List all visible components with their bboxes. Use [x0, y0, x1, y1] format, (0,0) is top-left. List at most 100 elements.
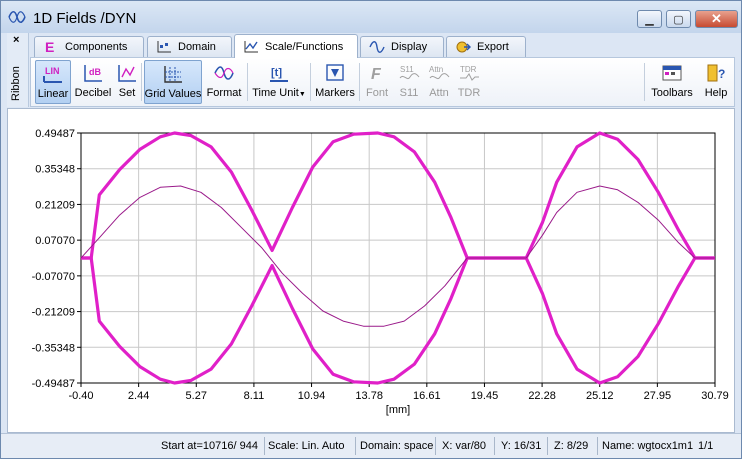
svg-text:S11: S11: [400, 65, 414, 74]
status-separator: [494, 437, 495, 455]
markers-button[interactable]: Markers: [314, 60, 356, 104]
maximize-button[interactable]: ▢: [666, 10, 691, 28]
svg-text:?: ?: [718, 67, 725, 81]
field-chart[interactable]: -0.40 2.44 5.27 8.11 10.94 13.78 16.61 19.45 22.…: [8, 109, 734, 432]
tab-export[interactable]: Export: [446, 36, 526, 57]
x-tick-label: 22.28: [528, 390, 556, 402]
tab-label: Domain: [178, 41, 216, 53]
x-tick-label: 8.11: [244, 390, 265, 402]
grid-values-button[interactable]: Grid Values: [144, 60, 202, 104]
y-tick-label: -0.35348: [32, 342, 75, 354]
tab-label: Scale/Functions: [265, 40, 344, 53]
scale-functions-icon: [243, 40, 259, 54]
help-icon: ?: [705, 62, 727, 84]
x-tick-label: 16.61: [413, 390, 441, 402]
format-icon: [213, 62, 235, 84]
x-tick-label: -0.40: [68, 390, 93, 402]
series-line-1: [81, 256, 715, 385]
plot-area[interactable]: -0.40 2.44 5.27 8.11 10.94 13.78 16.61 19.45 22.…: [7, 108, 735, 433]
linear-label: Linear: [37, 88, 69, 100]
domain-icon: [156, 40, 172, 54]
x-tick-label: 10.94: [298, 390, 326, 402]
tab-label: Components: [65, 41, 128, 53]
x-tick-label: 19.45: [471, 390, 499, 402]
display-icon: [369, 40, 385, 54]
status-scale: Scale: Lin. Auto: [268, 440, 345, 452]
x-tick-label: 5.27: [186, 390, 207, 402]
y-tick-label: -0.49487: [32, 378, 75, 390]
tab-label: Export: [477, 41, 509, 53]
svg-text:Attn: Attn: [429, 65, 443, 74]
status-z: Z: 8/29: [554, 440, 589, 452]
status-domain: Domain: space: [360, 440, 434, 452]
font-label: Font: [365, 87, 388, 99]
font-button[interactable]: F Font: [363, 60, 391, 104]
set-label: Set: [118, 87, 136, 99]
tab-domain[interactable]: Domain: [147, 36, 232, 57]
window-title: 1D Fields /DYN: [33, 10, 137, 27]
tab-scale-functions[interactable]: Scale/Functions: [234, 34, 358, 58]
markers-label: Markers: [315, 87, 355, 99]
y-tick-label: 0.21209: [35, 199, 75, 211]
s11-icon: S11: [398, 62, 420, 84]
y-tick-label: 0.07070: [35, 235, 75, 247]
tab-label: Display: [391, 41, 428, 53]
linear-icon: LIN: [42, 63, 64, 85]
font-icon: F: [366, 62, 388, 84]
ribbon-side-panel: × Ribbon: [7, 33, 29, 107]
linear-button[interactable]: LIN Linear: [35, 60, 71, 104]
svg-text:dB: dB: [89, 67, 101, 77]
ribbon-label: Ribbon: [10, 66, 22, 101]
markers-icon: [324, 62, 346, 84]
attn-button[interactable]: Attn Attn: [425, 60, 453, 104]
export-icon: [455, 40, 471, 54]
ribbon-close-icon[interactable]: ×: [13, 34, 19, 46]
toolbars-button[interactable]: Toolbars: [648, 60, 696, 104]
decibel-button[interactable]: dB Decibel: [73, 60, 113, 104]
toolbar-separator: [141, 63, 142, 101]
chevron-down-icon: ▼: [298, 91, 306, 98]
y-tick-label: -0.07070: [32, 271, 75, 283]
components-icon: E: [43, 40, 59, 54]
set-button[interactable]: Set: [115, 60, 139, 104]
status-separator: [547, 437, 548, 455]
format-label: Format: [206, 87, 242, 99]
toolbars-icon: [661, 62, 683, 84]
set-icon: [116, 62, 138, 84]
tdr-button[interactable]: TDR TDR: [455, 60, 483, 104]
status-x: X: var/80: [442, 440, 487, 452]
s11-button[interactable]: S11 S11: [395, 60, 423, 104]
help-label: Help: [704, 87, 728, 99]
ribbon-tabs: E Components Domain Scale/Functions Disp…: [34, 34, 734, 58]
grid-values-label: Grid Values: [144, 88, 202, 100]
x-tick-label: 25.12: [586, 390, 614, 402]
status-y: Y: 16/31: [501, 440, 542, 452]
tab-components[interactable]: E Components: [34, 36, 144, 57]
decibel-icon: dB: [82, 62, 104, 84]
help-button[interactable]: ? Help: [701, 60, 731, 104]
title-bar[interactable]: 1D Fields /DYN ▁ ▢ ✕: [1, 1, 741, 33]
toolbars-label: Toolbars: [651, 87, 693, 99]
attn-icon: Attn: [428, 62, 450, 84]
minimize-button[interactable]: ▁: [637, 10, 662, 28]
format-button[interactable]: Format: [205, 60, 243, 104]
ribbon-toolbar: LIN Linear dB Decibel Set Grid Values Fo…: [30, 57, 735, 107]
tdr-icon: TDR: [458, 62, 480, 84]
time-unit-button[interactable]: [t] Time Unit▼: [251, 60, 307, 104]
status-separator: [435, 437, 436, 455]
tab-display[interactable]: Display: [360, 36, 444, 57]
plot-frame: [80, 132, 716, 384]
svg-text:F: F: [371, 66, 382, 83]
attn-label: Attn: [429, 87, 449, 99]
toolbar-separator: [310, 63, 311, 101]
toolbar-separator: [644, 63, 645, 101]
status-page: 1/1: [698, 440, 714, 452]
y-tick-label: 0.35348: [35, 164, 75, 176]
x-tick-label: 13.78: [355, 390, 383, 402]
app-window: 1D Fields /DYN ▁ ▢ ✕ × Ribbon E Componen…: [0, 0, 742, 459]
close-button[interactable]: ✕: [695, 10, 738, 28]
x-axis-label: [mm]: [386, 404, 410, 416]
series-line-2: [80, 185, 715, 327]
status-bar: Start at=10716/ 944 Scale: Lin. Auto Dom…: [1, 433, 741, 458]
status-name: Name: wgtocx1m1: [602, 440, 694, 452]
